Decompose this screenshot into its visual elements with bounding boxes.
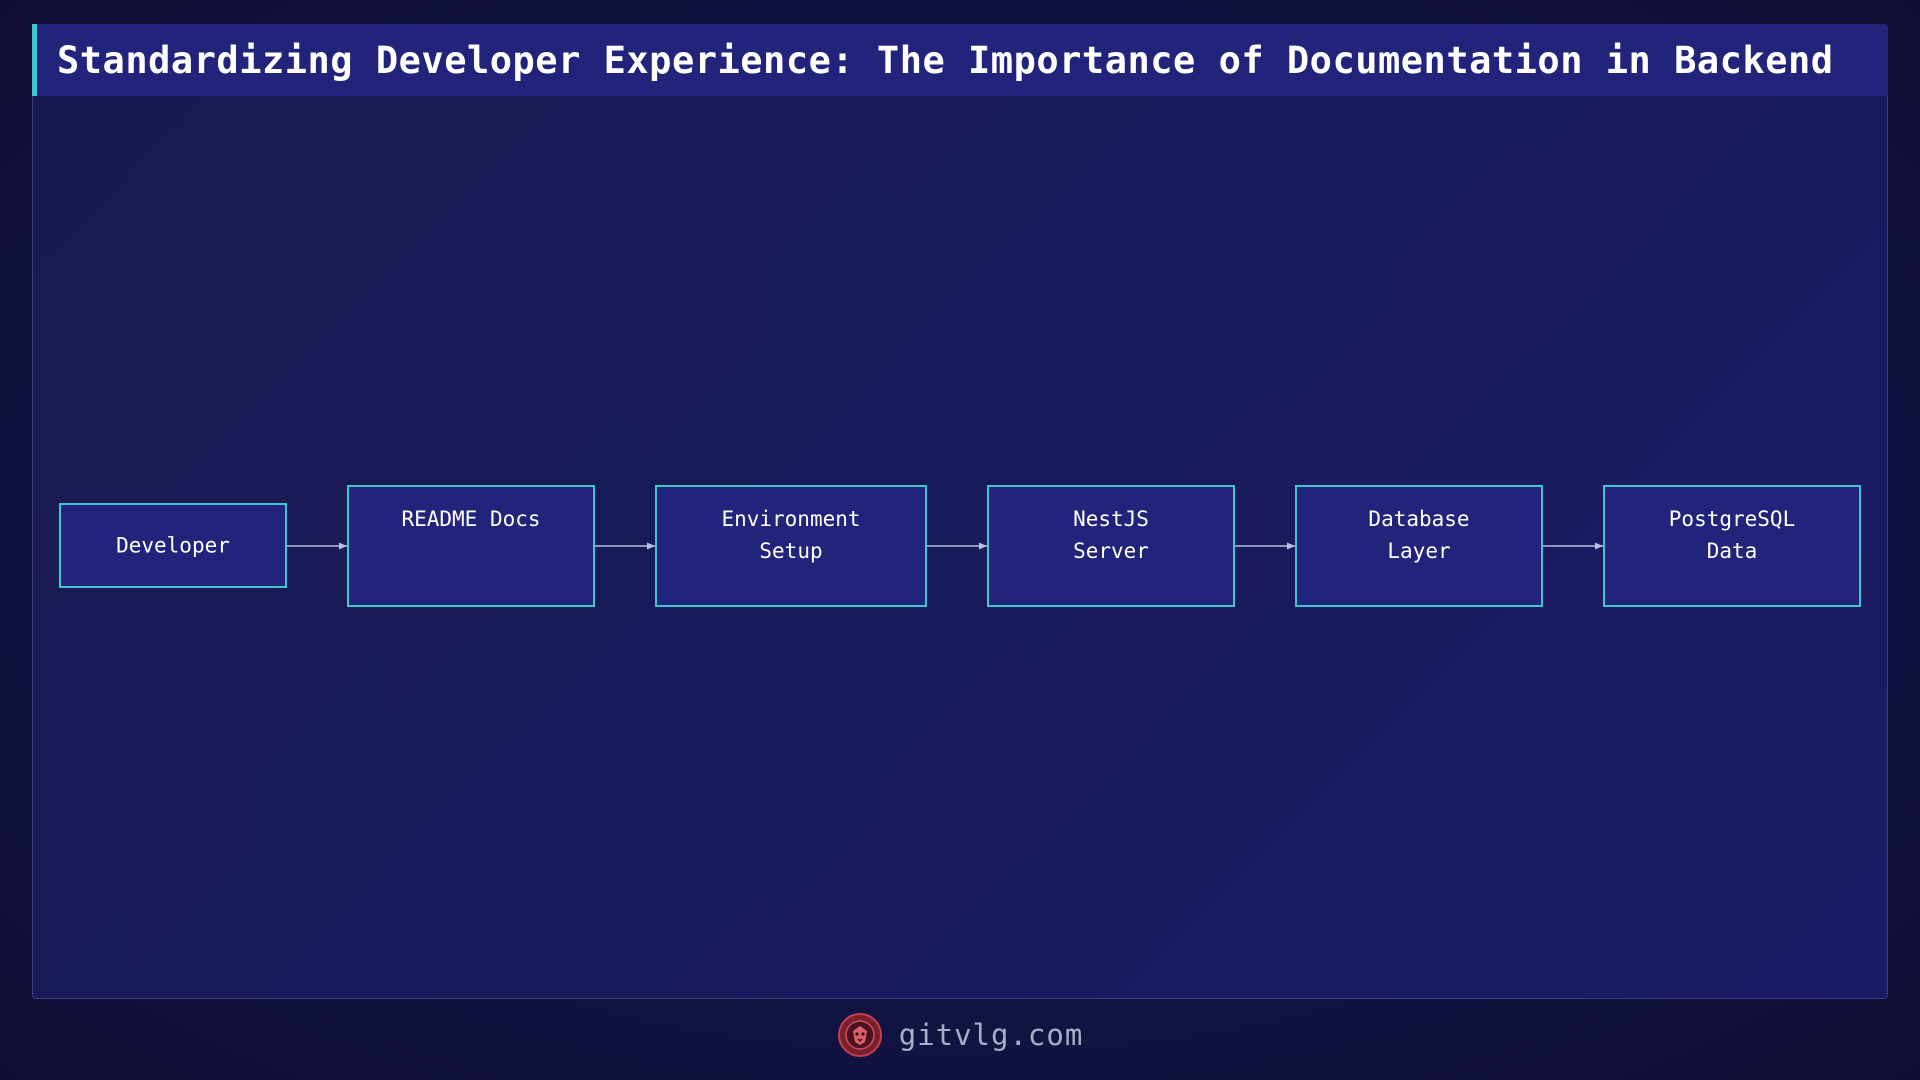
node-label-database-layer-0: Database [1368, 507, 1469, 531]
node-label-environment-setup-0: Environment [721, 507, 860, 531]
node-database-layer: Database Layer [1295, 485, 1543, 607]
node-developer: Developer [59, 503, 287, 588]
node-label-nestjs-server-1: Server [1073, 539, 1149, 563]
node-label-database-layer-1: Layer [1387, 539, 1450, 563]
node-environment-setup: Environment Setup [655, 485, 927, 607]
node-label-nestjs-server-0: NestJS [1073, 507, 1149, 531]
node-postgresql-data: PostgreSQL Data [1603, 485, 1861, 607]
node-label-developer-0: Developer [116, 534, 230, 558]
site-domain: gitvlg.com [898, 1018, 1084, 1052]
node-label-postgresql-data-1: Data [1707, 539, 1758, 563]
node-label-postgresql-data-0: PostgreSQL [1669, 507, 1795, 531]
node-nestjs-server: NestJS Server [987, 485, 1235, 607]
node-label-environment-setup-1: Setup [759, 539, 822, 563]
node-readme-docs: README Docs [347, 485, 595, 607]
node-label-readme-docs-0: README Docs [401, 507, 540, 531]
lion-logo-icon [837, 1013, 882, 1057]
node-box-readme-docs [347, 485, 595, 607]
flow-diagram: Developer README Docs Environment Setup Nest… [59, 485, 1861, 607]
footer: gitvlg.com [0, 1012, 1920, 1058]
